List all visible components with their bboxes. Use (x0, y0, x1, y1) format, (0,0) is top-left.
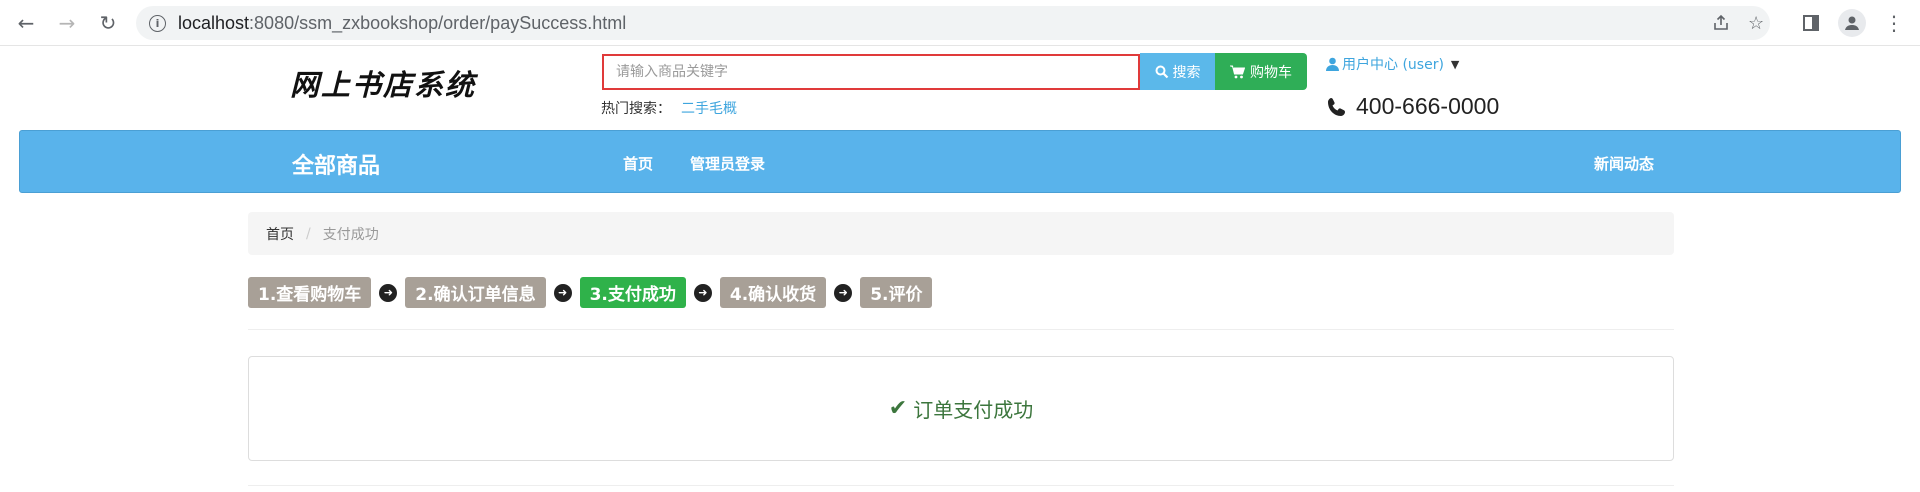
arrow-right-icon: ➜ (834, 283, 853, 302)
cart-button[interactable]: 购物车 (1215, 53, 1307, 90)
breadcrumb-current: 支付成功 (322, 226, 379, 243)
main-nav: 全部商品 首页 管理员登录 新闻动态 (19, 130, 1901, 193)
step-review: 5.评价 (860, 277, 933, 308)
nav-news[interactable]: 新闻动态 (1594, 153, 1654, 174)
forward-icon[interactable]: → (53, 9, 81, 37)
divider (248, 485, 1674, 486)
search-button-label: 搜索 (1172, 64, 1201, 81)
success-panel: ✔ 订单支付成功 (248, 356, 1674, 461)
user-center-dropdown[interactable]: 用户中心 (user) ▼ (1326, 54, 1459, 74)
user-icon (1326, 57, 1339, 71)
breadcrumb: 首页 / 支付成功 (248, 212, 1674, 255)
cart-icon (1230, 65, 1245, 78)
phone-icon (1328, 97, 1345, 116)
phone-number: 400-666-0000 (1326, 93, 1499, 120)
hot-search-link[interactable]: 二手毛概 (681, 101, 737, 117)
arrow-right-icon: ➜ (693, 283, 712, 302)
search-icon (1155, 65, 1168, 78)
caret-down-icon: ▼ (1450, 57, 1460, 71)
breadcrumb-separator: / (306, 225, 311, 242)
success-message: ✔ 订单支付成功 (889, 394, 1033, 423)
side-panel-icon[interactable] (1797, 9, 1825, 37)
site-logo[interactable]: 网上书店系统 (290, 62, 476, 104)
profile-icon[interactable] (1838, 9, 1866, 37)
divider (248, 329, 1674, 330)
step-confirm-order: 2.确认订单信息 (405, 277, 546, 308)
browser-toolbar: ← → ↻ i localhost:8080/ssm_zxbookshop/or… (0, 0, 1920, 46)
arrow-right-icon: ➜ (553, 283, 572, 302)
url-text: localhost:8080/ssm_zxbookshop/order/payS… (178, 12, 627, 33)
search-input[interactable] (602, 54, 1140, 90)
success-text: 订单支付成功 (913, 398, 1034, 422)
hot-search: 热门搜索： 二手毛概 (601, 98, 737, 118)
nav-admin-login[interactable]: 管理员登录 (690, 153, 765, 174)
cart-button-label: 购物车 (1250, 64, 1292, 81)
check-icon: ✔ (888, 396, 908, 421)
back-icon[interactable]: ← (12, 9, 40, 37)
menu-icon[interactable]: ⋮ (1880, 9, 1908, 37)
share-icon[interactable] (1712, 6, 1730, 40)
step-confirm-receipt: 4.确认收货 (719, 277, 827, 308)
nav-all-products[interactable]: 全部商品 (292, 148, 380, 180)
info-icon[interactable]: i (149, 14, 166, 32)
breadcrumb-home[interactable]: 首页 (266, 224, 294, 244)
user-center-label: 用户中心 (user) (1342, 57, 1444, 73)
address-bar[interactable]: i localhost:8080/ssm_zxbookshop/order/pa… (136, 6, 1770, 40)
step-payment-success: 3.支付成功 (579, 277, 686, 308)
order-steps: 1.查看购物车 ➜ 2.确认订单信息 ➜ 3.支付成功 ➜ 4.确认收货 ➜ 5… (248, 277, 933, 308)
phone-text: 400-666-0000 (1356, 93, 1500, 119)
hot-search-label: 热门搜索： (601, 101, 671, 117)
arrow-right-icon: ➜ (379, 283, 398, 302)
star-icon[interactable]: ☆ (1748, 6, 1764, 40)
search-button[interactable]: 搜索 (1140, 53, 1215, 90)
step-view-cart: 1.查看购物车 (248, 277, 372, 308)
reload-icon[interactable]: ↻ (94, 9, 122, 37)
nav-home[interactable]: 首页 (623, 153, 653, 174)
